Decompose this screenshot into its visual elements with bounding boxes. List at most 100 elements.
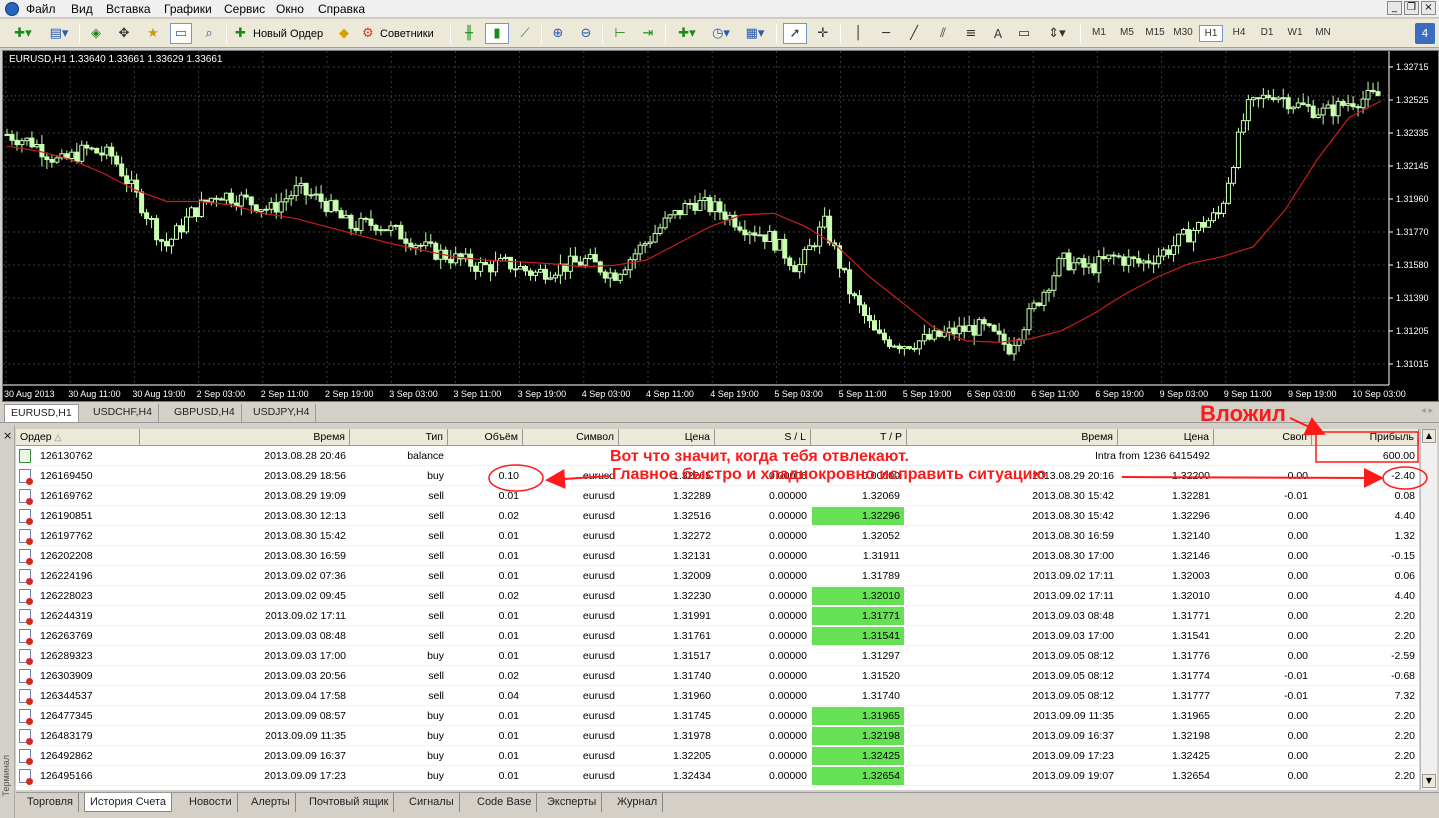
timeframe-h4[interactable]: H4 (1227, 25, 1251, 42)
terminal-tab[interactable]: Почтовый ящик (304, 793, 395, 812)
table-row[interactable]: 126202208 2013.08.30 16:59 sell 0.01 eurusd 1… (16, 546, 1419, 566)
text-tool-icon[interactable]: A (988, 23, 1008, 44)
mql5-community-icon[interactable]: 4 (1415, 23, 1435, 44)
col-type[interactable]: Тип (350, 429, 448, 446)
timeframe-m15[interactable]: M15 (1143, 25, 1167, 42)
table-row[interactable]: 126169762 2013.08.29 19:09 sell 0.01 eurusd 1… (16, 486, 1419, 506)
tabs-scroll-icon[interactable]: ◂ ▸ (1421, 406, 1433, 416)
line-chart-icon[interactable]: ⟋ (514, 23, 536, 44)
table-scrollbar[interactable]: ▲ ▼ (1420, 429, 1437, 790)
terminal-tab[interactable]: История Счета (84, 793, 173, 812)
terminal-tab[interactable]: Новости (184, 793, 238, 812)
table-row[interactable]: 126303909 2013.09.03 20:56 sell 0.02 eurusd 1… (16, 666, 1419, 686)
new-chart-icon[interactable]: ✚▾ (8, 23, 38, 44)
zoom-out-icon[interactable]: ⊖ (575, 23, 597, 44)
expert-advisors-button[interactable]: ⚙ Советники (360, 23, 444, 44)
timeframe-m30[interactable]: M30 (1171, 25, 1195, 42)
table-row[interactable]: 126190851 2013.08.30 12:13 sell 0.02 eurusd 1… (16, 506, 1419, 526)
col-price[interactable]: Цена (619, 429, 715, 446)
table-row[interactable]: 126263769 2013.09.03 08:48 sell 0.01 eurusd 1… (16, 626, 1419, 646)
chart-tab-usdjpy-h4[interactable]: USDJPY,H4 (247, 404, 317, 422)
table-row[interactable]: 126344537 2013.09.04 17:58 sell 0.04 eurusd 1… (16, 686, 1419, 706)
menu-tools[interactable]: Сервис (224, 2, 265, 16)
col-close-time[interactable]: Время (907, 429, 1118, 446)
candle-body (263, 208, 269, 211)
terminal-tab[interactable]: Эксперты (542, 793, 603, 812)
table-row[interactable]: 126228023 2013.09.02 09:45 sell 0.02 eurusd 1… (16, 586, 1419, 606)
terminal-close-icon[interactable]: × (3, 429, 12, 442)
tester-icon[interactable]: ⌕ (198, 23, 220, 44)
horizontal-line-icon[interactable]: ─ (876, 23, 896, 44)
menu-window[interactable]: Окно (276, 2, 304, 16)
table-row[interactable]: 126495166 2013.09.09 17:23 buy 0.01 eurusd 1.… (16, 766, 1419, 786)
bar-chart-icon[interactable]: ╫ (458, 23, 480, 44)
terminal-tab[interactable]: Алерты (246, 793, 296, 812)
chart-tab-eurusd-h1[interactable]: EURUSD,H1 (4, 404, 79, 422)
table-row[interactable]: 126224196 2013.09.02 07:36 sell 0.01 eurusd 1… (16, 566, 1419, 586)
periods-icon[interactable]: ◷▾ (706, 23, 736, 44)
indicators-icon[interactable]: ✚▾ (672, 23, 702, 44)
zoom-in-icon[interactable]: ⊕ (547, 23, 569, 44)
price-chart[interactable]: 1.32715 1.32525 1.32335 1.32145 1.31960 1.317… (2, 50, 1439, 402)
data-window-icon[interactable]: ✥ (114, 23, 134, 44)
menu-help[interactable]: Справка (318, 2, 365, 16)
menu-insert[interactable]: Вставка (106, 2, 151, 16)
menu-file[interactable]: Файл (26, 2, 56, 16)
profiles-icon[interactable]: ▤▾ (44, 23, 74, 44)
market-watch-icon[interactable]: ◈ (86, 23, 106, 44)
scroll-down-icon[interactable]: ▼ (1422, 774, 1436, 788)
chart-tab-gbpusd-h4[interactable]: GBPUSD,H4 (168, 404, 242, 422)
chart-canvas[interactable]: 1.32715 1.32525 1.32335 1.32145 1.31960 1.317… (3, 51, 1438, 401)
autoscroll-icon[interactable]: ⊢ (609, 23, 631, 44)
closed-order-icon (19, 469, 33, 485)
arrows-icon[interactable]: ⇕▾ (1042, 23, 1072, 44)
open-time: 2013.09.09 17:23 (264, 770, 346, 782)
timeframe-h1[interactable]: H1 (1199, 25, 1223, 42)
new-order-button[interactable]: ✚ Новый Ордер (233, 23, 329, 44)
restore-icon[interactable]: ❐ (1404, 1, 1419, 15)
minimize-icon[interactable]: _ (1387, 1, 1402, 15)
cursor-icon[interactable]: ➚ (783, 23, 807, 44)
timeframe-d1[interactable]: D1 (1255, 25, 1279, 42)
crosshair-icon[interactable]: ✛ (812, 23, 834, 44)
terminal-tab[interactable]: Журнал (612, 793, 664, 812)
col-volume[interactable]: Объём (448, 429, 523, 446)
terminal-tab[interactable]: Сигналы (404, 793, 460, 812)
chart-tab-usdchf-h4[interactable]: USDCHF,H4 (87, 404, 159, 422)
trendline-icon[interactable]: ╱ (904, 23, 924, 44)
col-time[interactable]: Время (140, 429, 350, 446)
col-swap[interactable]: Своп (1214, 429, 1312, 446)
col-sl[interactable]: S / L (715, 429, 811, 446)
timeframe-m5[interactable]: M5 (1115, 25, 1139, 42)
vertical-line-icon[interactable]: │ (848, 23, 868, 44)
timeframe-w1[interactable]: W1 (1283, 25, 1307, 42)
equidistant-channel-icon[interactable]: ⫽ (932, 23, 954, 44)
table-row[interactable]: 126244319 2013.09.02 17:11 sell 0.01 eurusd 1… (16, 606, 1419, 626)
col-close-price[interactable]: Цена (1118, 429, 1214, 446)
terminal-tab[interactable]: Торговля (22, 793, 79, 812)
col-profit[interactable]: Прибыль (1312, 429, 1419, 446)
table-row[interactable]: 126197762 2013.08.30 15:42 sell 0.01 eurusd 1… (16, 526, 1419, 546)
timeframe-m1[interactable]: M1 (1087, 25, 1111, 42)
table-row[interactable]: 126492862 2013.09.09 16:37 buy 0.01 eurusd 1.… (16, 746, 1419, 766)
terminal-tab[interactable]: Code Base (472, 793, 538, 812)
table-row[interactable]: 126483179 2013.09.09 11:35 buy 0.01 eurusd 1.… (16, 726, 1419, 746)
templates-icon[interactable]: ▦▾ (740, 23, 770, 44)
table-row[interactable]: 126477345 2013.09.09 08:57 buy 0.01 eurusd 1.… (16, 706, 1419, 726)
col-symbol[interactable]: Символ (523, 429, 619, 446)
table-row[interactable]: 126289323 2013.09.03 17:00 buy 0.01 eurusd 1.… (16, 646, 1419, 666)
text-label-icon[interactable]: ▭ (1014, 23, 1034, 44)
menu-view[interactable]: Вид (71, 2, 93, 16)
scroll-up-icon[interactable]: ▲ (1422, 429, 1436, 443)
candlestick-icon[interactable]: ▮ (485, 23, 509, 44)
timeframe-mn[interactable]: MN (1311, 25, 1335, 42)
fibonacci-icon[interactable]: ≡ (960, 23, 982, 44)
terminal-toggle-icon[interactable]: ▭ (170, 23, 192, 44)
close-icon[interactable]: × (1421, 1, 1436, 15)
chart-shift-icon[interactable]: ⇥ (637, 23, 659, 44)
col-tp[interactable]: T / P (811, 429, 907, 446)
col-order[interactable]: Ордер △ (16, 429, 140, 446)
menu-charts[interactable]: Графики (164, 2, 212, 16)
navigator-icon[interactable]: ★ (142, 23, 164, 44)
metaeditor-icon[interactable]: ◆ (334, 23, 354, 44)
